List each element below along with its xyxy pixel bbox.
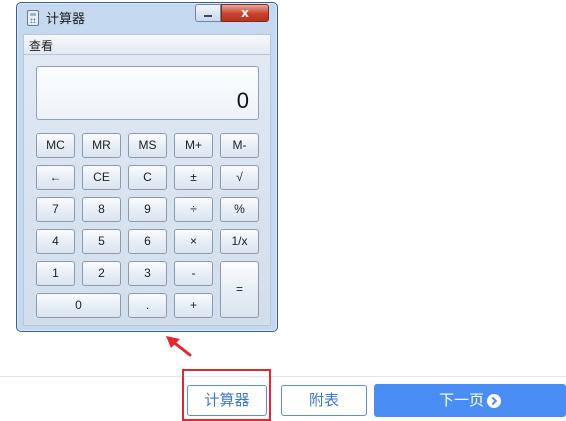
percent-key[interactable]: % (220, 197, 259, 222)
m-plus-key[interactable]: M+ (174, 133, 213, 158)
clear-key[interactable]: C (128, 165, 167, 190)
mr-key[interactable]: MR (82, 133, 121, 158)
chevron-right-circle-icon (487, 393, 501, 408)
footer-divider (0, 376, 566, 377)
appendix-button[interactable]: 附表 (281, 385, 367, 416)
menu-bar: 查看 (23, 34, 271, 55)
ms-key[interactable]: MS (128, 133, 167, 158)
multiply-key[interactable]: × (174, 229, 213, 254)
reciprocal-key[interactable]: 1/x (220, 229, 259, 254)
ce-key[interactable]: CE (82, 165, 121, 190)
next-page-button[interactable]: 下一页 (374, 384, 566, 417)
annotation-arrow-icon (166, 336, 192, 357)
calculator-window: 计算器 x 查看 0 MC MR MS M+ M- ← CE C ± √ 7 8 (16, 2, 278, 332)
display: 0 (36, 66, 259, 120)
close-button[interactable]: x (221, 4, 269, 22)
plus-key[interactable]: + (174, 293, 213, 318)
calculator-icon (27, 10, 39, 26)
display-value: 0 (236, 88, 249, 113)
minimize-button[interactable] (195, 4, 221, 22)
key-4[interactable]: 4 (36, 229, 75, 254)
calculator-body: 0 MC MR MS M+ M- ← CE C ± √ 7 8 9 ÷ % 4 … (23, 55, 271, 326)
key-3[interactable]: 3 (128, 261, 167, 286)
window-title: 计算器 (46, 12, 86, 27)
key-1[interactable]: 1 (36, 261, 75, 286)
key-6[interactable]: 6 (128, 229, 167, 254)
key-8[interactable]: 8 (82, 197, 121, 222)
menu-item-view[interactable]: 查看 (29, 37, 53, 54)
key-7[interactable]: 7 (36, 197, 75, 222)
plus-minus-key[interactable]: ± (174, 165, 213, 190)
decimal-key[interactable]: . (128, 293, 167, 318)
key-9[interactable]: 9 (128, 197, 167, 222)
next-page-label: 下一页 (438, 391, 484, 409)
key-0[interactable]: 0 (36, 293, 121, 318)
divide-key[interactable]: ÷ (174, 197, 213, 222)
title-bar[interactable]: 计算器 x (17, 3, 277, 31)
page: 计算器 x 查看 0 MC MR MS M+ M- ← CE C ± √ 7 8 (0, 0, 566, 421)
equals-key[interactable]: = (220, 261, 259, 318)
backspace-key[interactable]: ← (36, 165, 75, 190)
minus-key[interactable]: - (174, 261, 213, 286)
key-2[interactable]: 2 (82, 261, 121, 286)
mc-key[interactable]: MC (36, 133, 75, 158)
m-minus-key[interactable]: M- (220, 133, 259, 158)
sqrt-key[interactable]: √ (220, 165, 259, 190)
key-5[interactable]: 5 (82, 229, 121, 254)
highlight-box (182, 369, 271, 421)
